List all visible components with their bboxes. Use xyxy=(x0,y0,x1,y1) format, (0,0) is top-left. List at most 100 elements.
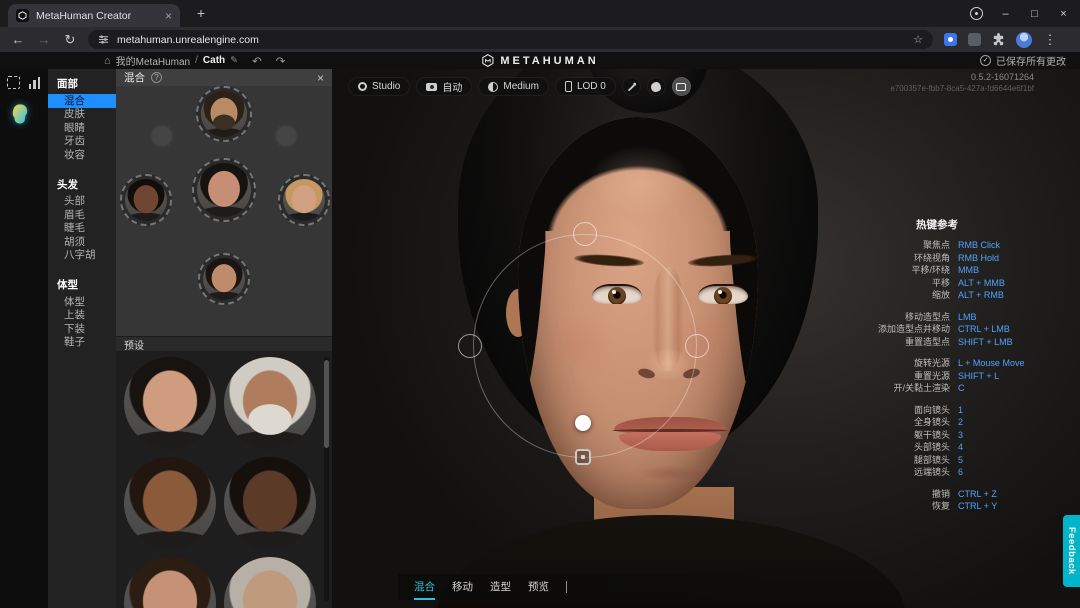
preset-avatar[interactable] xyxy=(224,457,316,549)
lod-label: LOD 0 xyxy=(576,81,606,92)
browser-menu-icon[interactable]: ⋮ xyxy=(1042,33,1058,46)
preset-avatar[interactable] xyxy=(124,557,216,608)
hotkey-value: ALT + RMB xyxy=(958,290,1004,300)
viewport-tab[interactable]: 移动 xyxy=(452,574,473,600)
blend-marker-handle[interactable] xyxy=(575,449,591,465)
close-panel-icon[interactable]: × xyxy=(317,71,324,85)
hotkey-row: 全身镜头 2 xyxy=(841,416,1046,429)
sidebar-item[interactable]: 下装 xyxy=(48,322,116,336)
sidebar-item[interactable]: 睫毛 xyxy=(48,222,116,236)
new-tab-button[interactable]: + xyxy=(192,5,210,23)
blend-control-point-top[interactable] xyxy=(573,222,597,246)
extension-icon-gray[interactable] xyxy=(968,33,981,46)
environment-button[interactable]: Studio xyxy=(348,77,411,96)
viewport-tab[interactable]: 预览 xyxy=(528,574,549,600)
sculpt-brush-icon xyxy=(627,82,637,92)
hotkey-group: 面向镜头 1 全身镜头 2 躯干镜头 3 头部镜头 4 腿部镜头 5 远端镜头 6 xyxy=(841,404,1046,479)
blend-slot-empty[interactable] xyxy=(150,124,174,148)
quality-button[interactable]: Medium xyxy=(478,77,549,96)
address-bar[interactable]: metahuman.unrealengine.com ☆ xyxy=(88,30,933,49)
extension-icon-blue[interactable] xyxy=(943,32,958,47)
panel-toggle-button[interactable] xyxy=(671,77,691,96)
hotkey-row: 面向镜头 1 xyxy=(841,404,1046,417)
sidebar-item[interactable]: 胡须 xyxy=(48,235,116,249)
help-icon[interactable]: ? xyxy=(151,72,162,83)
maximize-button[interactable]: □ xyxy=(1028,8,1041,20)
blend-control-point-right[interactable] xyxy=(685,334,709,358)
sidebar-item[interactable]: 眼睛 xyxy=(48,121,116,135)
sidebar-item[interactable]: 皮肤 xyxy=(48,108,116,122)
back-icon[interactable]: ← xyxy=(10,33,26,46)
hotkey-group: 撤销 CTRL + Z 恢复 CTRL + Y xyxy=(841,488,1046,513)
clay-render-icon xyxy=(651,81,662,92)
blend-node[interactable] xyxy=(278,174,330,226)
viewport[interactable]: Studio 自动 Medium LOD 0 0.5.2-16071264 e7… xyxy=(332,69,1080,608)
selection-area-icon[interactable] xyxy=(7,76,20,89)
hotkey-row: 环绕视角 RMB Hold xyxy=(841,252,1046,265)
site-settings-icon[interactable] xyxy=(98,34,109,45)
category-panel: 面部 混合 皮肤 眼睛 牙齿 妆容 头发 头部 眉毛 睫毛 胡须 八字胡 体型 体型 上装 下装 鞋子 xyxy=(48,69,116,608)
redo-icon[interactable]: ↷ xyxy=(276,54,286,68)
blend-control-point-left[interactable] xyxy=(458,334,482,358)
hotkey-label: 恢复 xyxy=(931,501,950,511)
hotkey-row: 开/关黏土渲染 C xyxy=(841,382,1046,395)
hotkey-value: CTRL + Z xyxy=(958,488,997,499)
hotkey-value: 6 xyxy=(958,467,964,477)
version-text: 0.5.2-16071264 xyxy=(970,72,1034,82)
minimize-button[interactable]: – xyxy=(999,8,1012,20)
extensions-puzzle-icon[interactable] xyxy=(991,32,1006,47)
blend-slot-empty[interactable] xyxy=(274,124,298,148)
save-status: ✓ 已保存所有更改 xyxy=(980,52,1066,69)
section-title: 面部 xyxy=(57,78,78,90)
hotkey-label: 面向镜头 xyxy=(913,404,950,415)
viewport-tab[interactable]: 混合 xyxy=(414,574,435,600)
sidebar-item[interactable]: 牙齿 xyxy=(48,135,116,149)
blend-node[interactable] xyxy=(120,174,172,226)
close-window-button[interactable]: × xyxy=(1057,8,1070,20)
sidebar-item[interactable]: 鞋子 xyxy=(48,336,116,350)
blend-circle-widget[interactable] xyxy=(116,86,332,336)
build-info: 0.5.2-16071264 e700357e-fbb7-8ca5-427a-f… xyxy=(890,72,1034,93)
sculpt-brush-button[interactable] xyxy=(621,77,641,96)
lod-button[interactable]: LOD 0 xyxy=(554,77,616,96)
scrollbar-thumb[interactable] xyxy=(324,360,329,448)
preset-avatar[interactable] xyxy=(224,557,316,608)
browser-settings-icon[interactable] xyxy=(970,7,983,20)
sidebar-item[interactable]: 上装 xyxy=(48,309,116,323)
home-icon[interactable]: ⌂ xyxy=(104,55,111,67)
blend-panel-header: 混合 ? × xyxy=(116,69,332,86)
forward-icon[interactable]: → xyxy=(36,33,52,46)
undo-icon[interactable]: ↶ xyxy=(252,54,262,68)
preset-avatar[interactable] xyxy=(124,357,216,449)
blend-node[interactable] xyxy=(196,86,252,142)
refresh-icon[interactable]: ↻ xyxy=(62,33,78,46)
preset-avatar[interactable] xyxy=(124,457,216,549)
blend-node[interactable] xyxy=(192,158,256,222)
stats-icon[interactable] xyxy=(28,76,41,89)
hotkey-label: 聚焦点 xyxy=(922,240,950,250)
sidebar-item[interactable]: 八字胡 xyxy=(48,249,116,263)
sidebar-item[interactable]: 妆容 xyxy=(48,148,116,162)
sidebar-item[interactable]: 混合 xyxy=(48,94,116,108)
hotkey-label: 全身镜头 xyxy=(913,417,950,427)
blend-node[interactable] xyxy=(198,253,250,305)
bookmark-star-icon[interactable]: ☆ xyxy=(913,33,923,46)
preset-avatar[interactable] xyxy=(224,357,316,449)
sidebar-item[interactable]: 头部 xyxy=(48,195,116,209)
camera-auto-button[interactable]: 自动 xyxy=(416,77,473,96)
viewport-tab[interactable]: 造型 xyxy=(490,574,511,600)
tab-close-icon[interactable]: × xyxy=(165,10,172,22)
browser-tab[interactable]: MetaHuman Creator × xyxy=(8,4,180,27)
rename-icon[interactable]: ✎ xyxy=(230,55,238,66)
sidebar-item[interactable]: 眉毛 xyxy=(48,208,116,222)
camera-icon xyxy=(426,82,438,91)
blend-marker[interactable] xyxy=(575,415,591,431)
breadcrumb-root[interactable]: 我的MetaHuman xyxy=(116,53,190,68)
feedback-button[interactable]: Feedback xyxy=(1063,515,1080,587)
presets-scrollbar[interactable] xyxy=(324,357,329,602)
sidebar-item[interactable]: 体型 xyxy=(48,295,116,309)
clay-render-button[interactable] xyxy=(646,77,666,96)
profile-avatar[interactable] xyxy=(1016,31,1032,48)
face-tool-icon[interactable] xyxy=(8,102,32,126)
hotkey-row: 躯干镜头 3 xyxy=(841,429,1046,442)
